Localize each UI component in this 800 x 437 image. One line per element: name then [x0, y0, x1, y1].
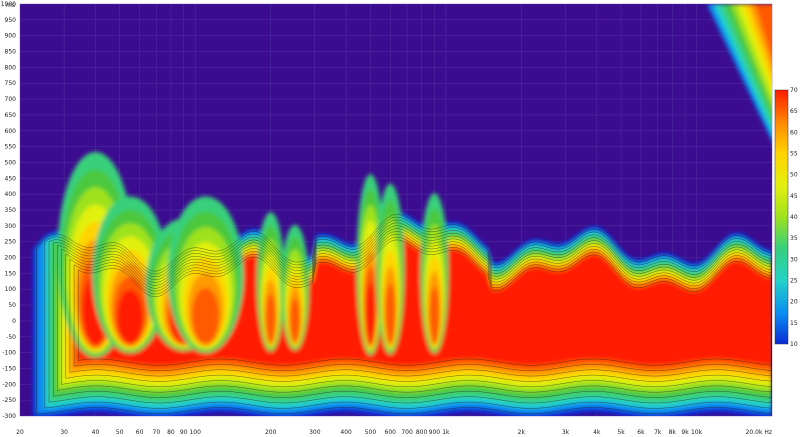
x-tick-label: 100: [189, 429, 201, 436]
y-tick-label: 650: [5, 112, 17, 119]
resonance-peak: [289, 298, 300, 344]
y-tick-label: 750: [5, 80, 17, 87]
x-tick-label: 60: [136, 429, 144, 436]
y-tick-label: -50: [6, 334, 16, 341]
y-tick-label: 800: [5, 64, 17, 71]
x-tick-label: 20: [16, 429, 24, 436]
resonance-peak: [117, 289, 144, 344]
x-tick-label: 40: [92, 429, 100, 436]
y-tick-label: -250: [2, 397, 16, 404]
x-tick-label: 20.0k Hz: [746, 429, 772, 436]
y-tick-label: 250: [5, 239, 17, 246]
colorbar-tick-label: 70: [790, 87, 798, 94]
x-tick-label: 2k: [518, 429, 526, 436]
y-axis: 1000950900850800750700650600550500450400…: [1, 1, 16, 420]
x-tick-label: 1k: [442, 429, 450, 436]
x-tick-label: 90: [180, 429, 188, 436]
colorbar-tick-label: 15: [790, 320, 798, 327]
y-tick-label: 500: [5, 159, 17, 166]
y-tick-label: 700: [5, 96, 17, 103]
colorbar-tick-label: 50: [790, 172, 798, 179]
colorbar-tick-label: 20: [790, 299, 798, 306]
x-tick-label: 6k: [637, 429, 645, 436]
resonance-peak: [365, 282, 376, 345]
y-tick-label: 50: [8, 302, 16, 309]
x-tick-label: 400: [340, 429, 352, 436]
x-tick-label: 800: [416, 429, 428, 436]
x-tick-label: 7k: [654, 429, 662, 436]
y-tick-label: 150: [5, 270, 17, 277]
y-axis-unit-label: ms: [6, 2, 15, 9]
colorbar-tick-label: 55: [790, 151, 798, 158]
resonance-peak: [429, 286, 440, 345]
colorbar: 70 65 60 55 50 45 40 35 30 25 20 15 10: [774, 87, 798, 348]
y-tick-label: -300: [2, 413, 16, 420]
resonance-peak: [265, 293, 276, 344]
y-tick-label: -200: [2, 381, 16, 388]
colorbar-tick-label: 40: [790, 214, 798, 221]
x-tick-label: 80: [167, 429, 175, 436]
x-tick-label: 500: [365, 429, 377, 436]
y-tick-label: 100: [5, 286, 17, 293]
x-tick-label: 600: [385, 429, 397, 436]
y-tick-label: 600: [5, 128, 17, 135]
resonance-peak: [385, 283, 396, 345]
colorbar-gradient: [774, 89, 789, 345]
x-tick-label: 10k: [691, 429, 703, 436]
y-tick-label: 400: [5, 191, 17, 198]
x-axis: 20 30 40 50 60 70 80 90 100 200 300 400 500 600 700 800…: [16, 429, 772, 436]
colorbar-tick-label: 25: [790, 278, 798, 285]
colorbar-tick-label: 35: [790, 235, 798, 242]
y-tick-label: -150: [2, 365, 16, 372]
x-tick-label: 300: [309, 429, 321, 436]
colorbar-tick-label: 30: [790, 256, 798, 263]
x-tick-label: 900: [429, 429, 441, 436]
y-tick-label: 450: [5, 175, 17, 182]
x-tick-label: 4k: [593, 429, 601, 436]
y-tick-label: 550: [5, 144, 17, 151]
y-tick-label: 850: [5, 49, 17, 56]
y-tick-label: 350: [5, 207, 17, 214]
y-tick-label: 950: [5, 17, 17, 24]
y-tick-label: 300: [5, 223, 17, 230]
colorbar-tick-label: 60: [790, 129, 798, 136]
x-tick-label: 5k: [617, 429, 625, 436]
x-tick-label: 70: [153, 429, 161, 436]
resonance-peak: [192, 288, 220, 345]
colorbar-tick-label: 45: [790, 193, 798, 200]
x-tick-label: 30: [60, 429, 68, 436]
waterfall-chart: 20 30 40 50 60 70 80 90 100 200 300 400 500 600 700 800…: [1, 1, 798, 436]
y-tick-label: -100: [2, 350, 16, 357]
y-tick-label: 0: [12, 318, 16, 325]
colorbar-tick-label: 10: [790, 341, 798, 348]
y-tick-label: 900: [5, 33, 17, 40]
x-tick-label: 200: [265, 429, 277, 436]
colorbar-tick-label: 65: [790, 108, 798, 115]
x-tick-label: 8k: [669, 429, 677, 436]
x-tick-label: 9k: [681, 429, 689, 436]
y-tick-label: 200: [5, 255, 17, 262]
x-tick-label: 3k: [562, 429, 570, 436]
x-tick-label: 50: [116, 429, 124, 436]
x-tick-label: 700: [401, 429, 413, 436]
